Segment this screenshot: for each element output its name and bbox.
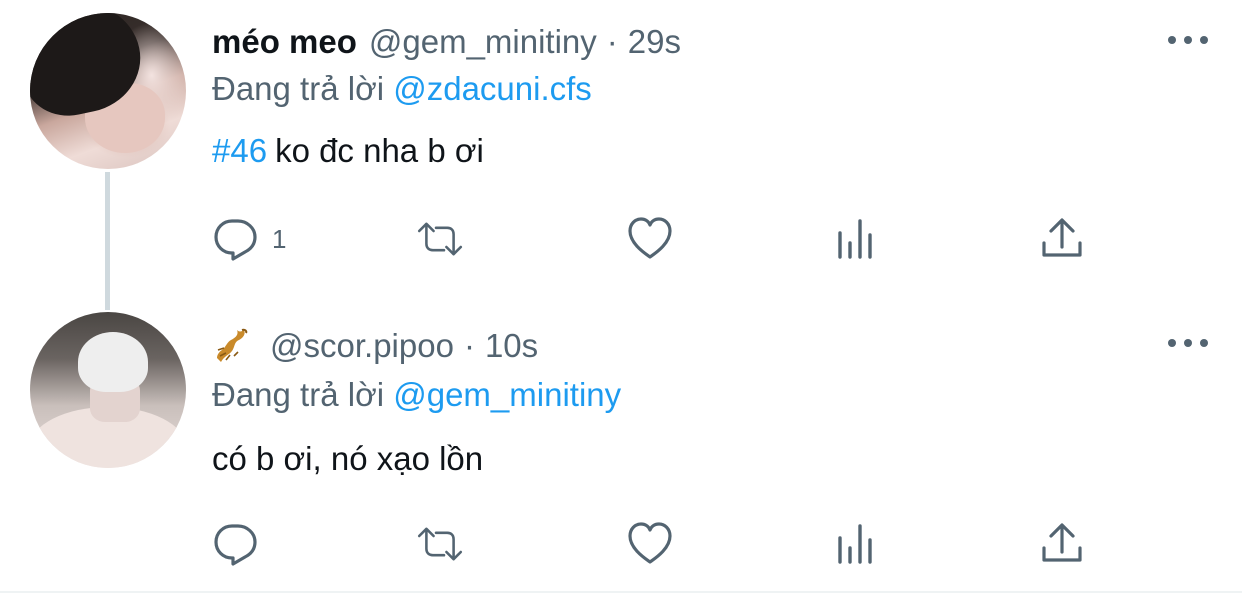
tweet-thread: méo meo @gem_minitiny · 29s Đang trả lời… [0,0,1242,593]
separator-dot: · [606,23,618,60]
views-button[interactable] [832,215,880,263]
like-button[interactable] [626,215,674,263]
user-handle[interactable]: @gem_minitiny [369,23,597,61]
share-icon [1042,523,1082,562]
avatar-hair [78,332,148,392]
replying-to-prefix: Đang trả lời [212,70,385,107]
hashtag-link[interactable]: #46 [212,132,267,169]
tweet-text: #46 ko đc nha b ơi [212,132,484,170]
views-button[interactable] [832,520,880,568]
display-name[interactable]: méo meo [212,23,357,61]
replying-to: Đang trả lời @gem_minitiny [212,376,621,414]
thread-connector-line [105,172,110,310]
reply-button[interactable]: 1 [212,215,286,263]
more-icon [1168,339,1176,347]
retweet-button[interactable] [416,215,464,263]
more-icon-dot [1200,339,1208,347]
scorpion-icon [217,328,248,362]
tweet-text: có b ơi, nó xạo lồn [212,440,483,478]
avatar[interactable] [30,312,186,468]
more-icon-dot [1184,36,1192,44]
share-button[interactable] [1038,215,1086,263]
tweet-header: méo meo @gem_minitiny · 29s [212,22,681,62]
display-name-emoji[interactable] [212,326,252,366]
heart-icon [628,522,672,564]
timestamp[interactable]: 29s [628,23,681,61]
action-bar [212,520,1092,568]
reply-count: 1 [272,223,287,254]
tweet-header: @scor.pipoo · 10s [212,326,538,366]
timestamp[interactable]: 10s [485,327,538,365]
retweet-icon [417,222,463,256]
share-button[interactable] [1038,520,1086,568]
tweet[interactable]: @scor.pipoo · 10s Đang trả lời @gem_mini… [0,306,1242,593]
heart-icon [628,217,672,259]
reply-icon [214,524,257,566]
replying-to: Đang trả lời @zdacuni.cfs [212,70,592,108]
views-icon [838,219,872,259]
replying-to-handle[interactable]: @gem_minitiny [393,376,621,413]
action-bar: 1 [212,215,1092,263]
separator-dot: · [463,327,475,364]
share-icon [1042,218,1082,257]
avatar[interactable] [30,13,186,169]
reply-button[interactable] [212,520,272,568]
more-options-button[interactable] [1168,28,1208,52]
tweet-body-text: có b ơi, nó xạo lồn [212,440,484,477]
retweet-button[interactable] [416,520,464,568]
more-options-button[interactable] [1168,331,1208,355]
user-handle[interactable]: @scor.pipoo [270,327,454,365]
retweet-icon [417,527,463,561]
replying-to-handle[interactable]: @zdacuni.cfs [393,70,592,107]
more-icon-dot [1184,339,1192,347]
like-button[interactable] [626,520,674,568]
more-icon-dot [1200,36,1208,44]
reply-icon [214,219,257,261]
more-icon [1168,36,1176,44]
tweet[interactable]: méo meo @gem_minitiny · 29s Đang trả lời… [0,0,1242,310]
tweet-body-text: ko đc nha b ơi [275,132,484,169]
views-icon [838,524,872,564]
replying-to-prefix: Đang trả lời [212,376,385,413]
